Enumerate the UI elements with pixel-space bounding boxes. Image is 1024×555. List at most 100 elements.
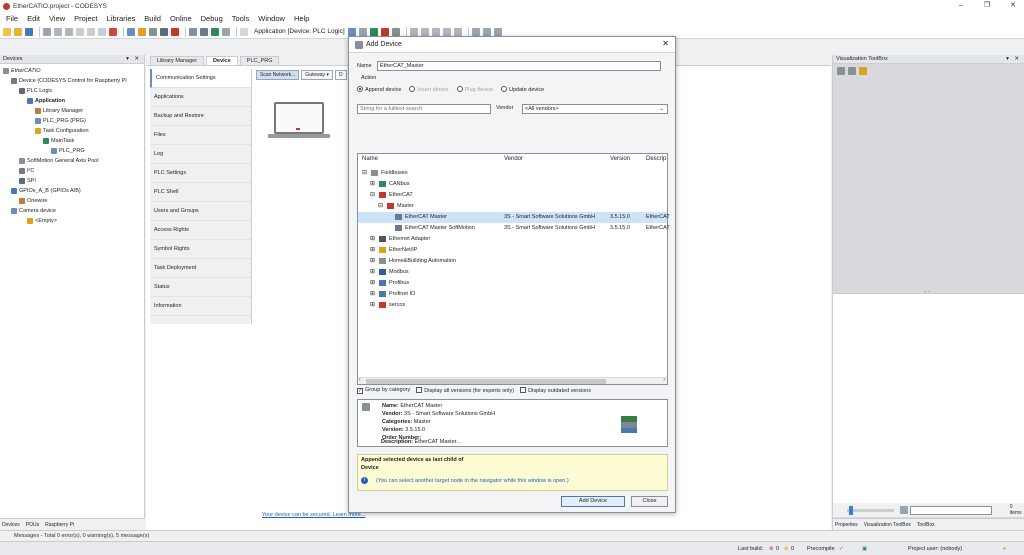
menu-edit[interactable]: Edit <box>27 14 40 23</box>
menu-window[interactable]: Window <box>258 14 285 23</box>
bottom-tab-pous[interactable]: POUs <box>26 522 39 528</box>
expand-icon[interactable]: ⊞ <box>370 179 375 190</box>
group-by-category-checkbox[interactable]: ✓ Group by category <box>357 387 410 394</box>
viz-view-icon[interactable] <box>837 67 845 75</box>
nav-plc-settings[interactable]: PLC Settings <box>150 164 251 183</box>
device-row[interactable]: ⊞ EtherNet/IP <box>358 245 667 256</box>
maximize-button[interactable]: ❐ <box>978 0 996 12</box>
device-tree-item[interactable]: MainTask <box>43 136 74 146</box>
search-icon[interactable] <box>900 506 909 514</box>
fulltext-search-input[interactable]: String for a fulltext search <box>357 104 491 114</box>
logout-icon[interactable] <box>358 27 367 36</box>
active-application-label[interactable]: Application [Device: PLC Logic] <box>254 28 345 35</box>
device-tree-item[interactable]: PLC_PRG <box>51 146 85 156</box>
menu-file[interactable]: File <box>6 14 18 23</box>
copy-icon[interactable] <box>87 27 95 36</box>
rebuild-icon[interactable] <box>171 27 179 36</box>
add-device-button[interactable]: Add Device <box>561 496 625 507</box>
close-button[interactable]: Close <box>631 496 668 507</box>
column-header-version[interactable]: Version <box>610 154 630 164</box>
nav-plc-shell[interactable]: PLC Shell <box>150 183 251 202</box>
nav-symbol-rights[interactable]: Symbol Rights <box>150 240 251 259</box>
nav-information[interactable]: Information <box>150 297 251 316</box>
device-tree-item[interactable]: Task Configuration <box>35 126 89 136</box>
nav-access-rights[interactable]: Access Rights <box>150 221 251 240</box>
print-icon[interactable] <box>43 27 51 36</box>
reset-icon[interactable] <box>391 27 400 36</box>
bottom-tab-raspberry-pi[interactable]: Raspberry Pi <box>45 522 74 528</box>
expand-icon[interactable]: ⊞ <box>370 278 375 289</box>
tab-plc-prg[interactable]: PLC_PRG <box>239 56 280 65</box>
device-row[interactable]: ⊞ Ethernet Adapter <box>358 234 667 245</box>
device-row[interactable]: ⊟ Fieldbuses <box>358 168 667 179</box>
notification-icon[interactable]: ● <box>1003 542 1006 555</box>
column-header-name[interactable]: Name <box>362 154 378 164</box>
build-icon[interactable] <box>160 27 168 36</box>
new-project-icon[interactable] <box>3 27 11 36</box>
breakpoint-icon[interactable] <box>409 27 418 36</box>
device-tree-item[interactable]: Device (CODESYS Control for Raspberry Pi <box>11 76 127 86</box>
horizontal-scrollbar[interactable]: ‹ › <box>358 377 667 384</box>
expand-icon[interactable]: ⊞ <box>370 256 375 267</box>
find-icon[interactable] <box>127 27 135 36</box>
tab-library-manager[interactable]: Library Manager <box>150 56 205 65</box>
expand-icon[interactable]: ⊞ <box>370 289 375 300</box>
vendor-dropdown[interactable]: <All vendors> ⌄ <box>522 104 668 114</box>
zoom-slider-thumb[interactable] <box>849 505 853 515</box>
device-tree-item[interactable]: SPI <box>19 176 36 186</box>
devices-panel-controls[interactable]: ▾ ✕ <box>126 55 144 63</box>
menu-tools[interactable]: Tools <box>232 14 250 23</box>
action-append-device-radio[interactable]: Append device <box>357 86 401 93</box>
device-icon[interactable] <box>189 27 197 36</box>
bottom-tab-devices[interactable]: Devices <box>2 522 20 528</box>
device-tree-item[interactable]: PLC_PRG (PRG) <box>35 116 86 126</box>
run-to-cursor-icon[interactable] <box>453 27 462 36</box>
expand-icon[interactable]: ⊞ <box>370 245 375 256</box>
action-insert-device-radio[interactable]: Insert device <box>409 86 449 93</box>
messages-bar[interactable]: Messages - Total 0 error(s), 0 warning(s… <box>0 530 1024 541</box>
login-icon[interactable] <box>347 27 356 36</box>
scrollbar-thumb[interactable] <box>366 379 606 384</box>
delete-icon[interactable] <box>109 27 117 36</box>
device-tree-item[interactable]: EtherCATIO <box>3 66 41 76</box>
menu-project[interactable]: Project <box>74 14 97 23</box>
start-icon[interactable] <box>369 27 378 36</box>
expand-icon[interactable]: ⊞ <box>370 234 375 245</box>
stop-icon[interactable] <box>380 27 389 36</box>
device-tree-item[interactable]: I²C <box>19 166 34 176</box>
nav-applications[interactable]: Applications <box>150 88 251 107</box>
device-dropdown[interactable]: D <box>334 70 347 80</box>
redo-icon[interactable] <box>65 27 73 36</box>
step-out-icon[interactable] <box>442 27 451 36</box>
device-row[interactable]: ⊞ Profinet IO <box>358 289 667 300</box>
scan-network-button[interactable]: Scan Network... <box>256 70 300 80</box>
scroll-right-icon[interactable]: › <box>663 377 665 383</box>
close-window-button[interactable]: ✕ <box>1004 0 1022 12</box>
gateway-dropdown[interactable]: Gateway ▾ <box>301 70 333 80</box>
nav-backup-and-restore[interactable]: Backup and Restore <box>150 107 251 126</box>
expand-icon[interactable]: ⊞ <box>370 267 375 278</box>
device-tree-item[interactable]: Camera device <box>11 206 56 216</box>
device-name-input[interactable]: EtherCAT_Master <box>377 61 661 71</box>
save-icon[interactable] <box>25 27 33 36</box>
viz-search-input[interactable] <box>910 505 992 515</box>
viz-tab-visualization-toolbox[interactable]: Visualization ToolBox <box>864 522 911 528</box>
zoom-slider[interactable] <box>847 505 895 515</box>
find-replace-icon[interactable] <box>138 27 146 36</box>
dialog-close-icon[interactable]: ✕ <box>662 39 669 48</box>
cut-icon[interactable] <box>76 27 84 36</box>
device-row[interactable]: ⊞ Home&Building Automation <box>358 256 667 267</box>
device-row[interactable]: ⊞ sercos <box>358 300 667 311</box>
device-tree-item[interactable]: SoftMotion General Axis Pool <box>19 156 99 166</box>
unforce-icon[interactable] <box>493 27 502 36</box>
menu-view[interactable]: View <box>49 14 65 23</box>
display-outdated-checkbox[interactable]: Display outdated versions <box>520 387 591 394</box>
viz-panel-controls[interactable]: ▾ ✕ <box>1006 55 1024 63</box>
library-icon[interactable] <box>200 27 208 36</box>
menu-libraries[interactable]: Libraries <box>107 14 136 23</box>
bookmark-icon[interactable] <box>149 27 157 36</box>
collapse-icon[interactable]: ⊟ <box>378 201 383 212</box>
device-row[interactable]: EtherCAT Master 3S - Smart Software Solut… <box>358 212 670 223</box>
device-tree-item[interactable]: PLC Logic <box>19 86 52 96</box>
tab-device[interactable]: Device <box>206 56 238 65</box>
